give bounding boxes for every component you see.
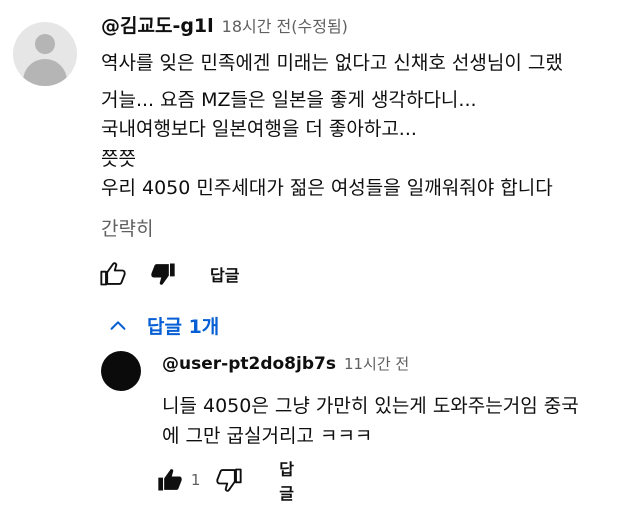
replies-toggle[interactable]: 답글 1개: [107, 312, 219, 339]
thumbs-down-icon: [216, 468, 242, 492]
chevron-up-icon: [110, 320, 126, 330]
reply-text-line: 니들 4050은 그냥 가만히 있는게 도와주는거임 중국: [162, 395, 579, 417]
avatar[interactable]: [13, 22, 77, 86]
comment-text-line: 우리 4050 민주세대가 젊은 여성들을 일깨워줘야 합니다: [101, 177, 553, 199]
comment-actions: 답글: [96, 256, 239, 292]
reply-dislike-button[interactable]: [214, 463, 243, 497]
comment-time[interactable]: 18시간 전(수정됨): [222, 13, 348, 37]
thumbs-down-icon: [151, 263, 175, 285]
avatar-placeholder-body: [23, 59, 67, 86]
avatar-placeholder-head: [35, 34, 55, 54]
reply-like-button[interactable]: [156, 463, 185, 497]
comment-text-line: 국내여행보다 일본여행을 더 좋아하고...: [101, 118, 417, 140]
comment-text-line: 거늘... 요즘 MZ들은 일본을 좋게 생각하다니...: [101, 89, 477, 111]
comment-text-line: 쯧쯧: [101, 148, 136, 170]
replies-toggle-label: 답글 1개: [147, 316, 220, 338]
reply-author[interactable]: @user-pt2do8jb7s: [162, 354, 336, 374]
dislike-button[interactable]: [146, 257, 180, 291]
reply-reply-button[interactable]: 답글: [279, 456, 304, 504]
reply-button[interactable]: 답글: [210, 262, 239, 286]
comment-header: @김교도-g1l 18시간 전(수정됨): [101, 11, 348, 41]
reply-header: @user-pt2do8jb7s 11시간 전: [162, 353, 409, 374]
like-button[interactable]: [96, 257, 130, 291]
comment-author[interactable]: @김교도-g1l: [101, 11, 214, 38]
reply-text-line: 에 그만 굽실거리고 ㅋㅋㅋ: [162, 425, 373, 447]
collapse-link[interactable]: 간략히: [101, 214, 153, 241]
reply-time[interactable]: 11시간 전: [344, 353, 409, 374]
reply-actions: 1 답글: [156, 460, 304, 503]
comment-text-line: 역사를 잊은 민족에겐 미래는 없다고 신채호 선생님이 그랬: [101, 52, 563, 74]
reply-avatar[interactable]: [101, 351, 141, 391]
thumbs-up-icon: [100, 262, 126, 286]
thumbs-up-icon: [158, 469, 183, 491]
like-count: 1: [190, 471, 201, 489]
